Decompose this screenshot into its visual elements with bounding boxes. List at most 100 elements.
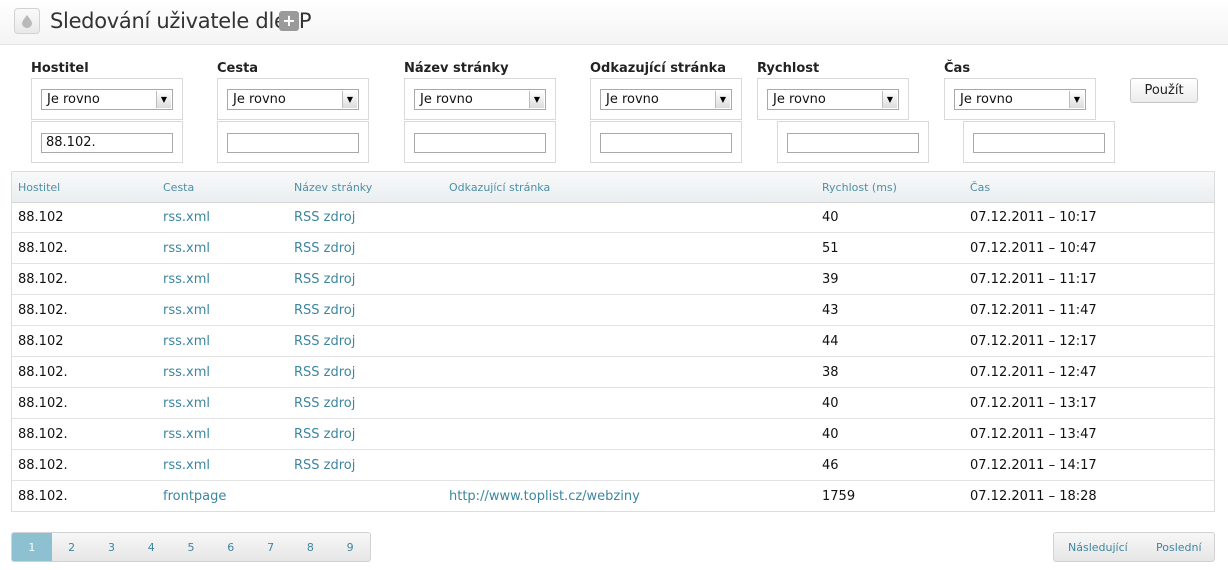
cell-time: 07.12.2011 – 18:28 bbox=[970, 489, 1097, 504]
apply-button[interactable]: Použít bbox=[1130, 78, 1198, 103]
cell-speed: 43 bbox=[822, 303, 839, 318]
cell-path[interactable]: rss.xml bbox=[163, 458, 210, 473]
table-row: 88.102. rss.xml RSS zdroj 46 07.12.2011 – 14… bbox=[12, 450, 1214, 481]
filter-cas-operator[interactable]: Je rovno ▼ bbox=[954, 89, 1086, 110]
filter-label-odkazujici: Odkazující stránka bbox=[590, 61, 727, 76]
cell-path[interactable]: rss.xml bbox=[163, 272, 210, 287]
page-link[interactable]: 6 bbox=[211, 533, 251, 561]
table-row: 88.102. rss.xml RSS zdroj 40 07.12.2011 – 13… bbox=[12, 419, 1214, 450]
filter-label-hostitel: Hostitel bbox=[31, 61, 89, 76]
cell-path[interactable]: rss.xml bbox=[163, 396, 210, 411]
chevron-down-icon: ▼ bbox=[156, 91, 171, 108]
filter-rychlost-input[interactable] bbox=[787, 133, 919, 153]
cell-host: 88.102. bbox=[18, 396, 68, 411]
filter-nazev-operator-box: Je rovno ▼ bbox=[404, 78, 556, 120]
pagination: 123456789 bbox=[11, 532, 371, 562]
filter-rychlost-value-box bbox=[777, 121, 929, 163]
cell-host: 88.102. bbox=[18, 241, 68, 256]
cell-time: 07.12.2011 – 12:17 bbox=[970, 334, 1097, 349]
cell-time: 07.12.2011 – 11:47 bbox=[970, 303, 1097, 318]
page-link[interactable]: 1 bbox=[12, 533, 52, 561]
filter-odkazujici-input[interactable] bbox=[600, 133, 732, 153]
filter-hostitel-operator[interactable]: Je rovno ▼ bbox=[41, 89, 173, 110]
cell-speed: 38 bbox=[822, 365, 839, 380]
column-header-hostitel[interactable]: Hostitel bbox=[18, 181, 60, 194]
cell-name[interactable]: RSS zdroj bbox=[294, 458, 355, 473]
filter-label-cas: Čas bbox=[944, 61, 971, 76]
cell-host: 88.102. bbox=[18, 458, 68, 473]
chevron-down-icon: ▼ bbox=[342, 91, 357, 108]
filter-nazev-operator[interactable]: Je rovno ▼ bbox=[414, 89, 546, 110]
next-page-link[interactable]: Následující bbox=[1068, 541, 1128, 554]
page-link[interactable]: 3 bbox=[92, 533, 132, 561]
column-header-cesta[interactable]: Cesta bbox=[163, 181, 194, 194]
filter-nazev-input[interactable] bbox=[414, 133, 546, 153]
add-button[interactable]: + bbox=[279, 11, 299, 31]
cell-name[interactable]: RSS zdroj bbox=[294, 427, 355, 442]
select-value: Je rovno bbox=[606, 92, 659, 107]
filter-cesta-input[interactable] bbox=[227, 133, 359, 153]
page-link[interactable]: 4 bbox=[131, 533, 171, 561]
filter-odkazujici-operator-box: Je rovno ▼ bbox=[590, 78, 742, 120]
table-row: 88.102. rss.xml RSS zdroj 51 07.12.2011 – 10… bbox=[12, 233, 1214, 264]
page-link[interactable]: 5 bbox=[171, 533, 211, 561]
column-header-nazev[interactable]: Název stránky bbox=[294, 181, 372, 194]
cell-name[interactable]: RSS zdroj bbox=[294, 210, 355, 225]
cell-path[interactable]: rss.xml bbox=[163, 210, 210, 225]
cell-host: 88.102 bbox=[18, 334, 64, 349]
table-row: 88.102. rss.xml RSS zdroj 43 07.12.2011 – 11… bbox=[12, 295, 1214, 326]
page-link[interactable]: 8 bbox=[290, 533, 330, 561]
cell-path[interactable]: rss.xml bbox=[163, 427, 210, 442]
cell-name[interactable]: RSS zdroj bbox=[294, 334, 355, 349]
cell-path[interactable]: rss.xml bbox=[163, 365, 210, 380]
cell-host: 88.102. bbox=[18, 303, 68, 318]
cell-path[interactable]: rss.xml bbox=[163, 334, 210, 349]
cell-speed: 46 bbox=[822, 458, 839, 473]
filter-rychlost-operator[interactable]: Je rovno ▼ bbox=[767, 89, 899, 110]
page-link[interactable]: 9 bbox=[330, 533, 370, 561]
cell-speed: 51 bbox=[822, 241, 839, 256]
chevron-down-icon: ▼ bbox=[882, 91, 897, 108]
cell-path[interactable]: rss.xml bbox=[163, 241, 210, 256]
cell-name[interactable]: RSS zdroj bbox=[294, 396, 355, 411]
column-header-rychlost[interactable]: Rychlost (ms) bbox=[822, 181, 897, 194]
filter-cas-value-box bbox=[963, 121, 1115, 163]
filter-cas-input[interactable] bbox=[973, 133, 1105, 153]
chevron-down-icon: ▼ bbox=[715, 91, 730, 108]
filter-cesta-operator[interactable]: Je rovno ▼ bbox=[227, 89, 359, 110]
cell-speed: 39 bbox=[822, 272, 839, 287]
cell-host: 88.102. bbox=[18, 489, 68, 504]
cell-speed: 40 bbox=[822, 427, 839, 442]
cell-speed: 1759 bbox=[822, 489, 856, 504]
filter-cesta-operator-box: Je rovno ▼ bbox=[217, 78, 369, 120]
cell-host: 88.102 bbox=[18, 210, 64, 225]
filter-odkazujici-operator[interactable]: Je rovno ▼ bbox=[600, 89, 732, 110]
cell-path[interactable]: rss.xml bbox=[163, 303, 210, 318]
filter-nazev-value-box bbox=[404, 121, 556, 163]
table-row: 88.102. frontpage http://www.toplist.cz/we… bbox=[12, 481, 1214, 512]
cell-time: 07.12.2011 – 13:47 bbox=[970, 427, 1097, 442]
cell-time: 07.12.2011 – 11:17 bbox=[970, 272, 1097, 287]
select-value: Je rovno bbox=[960, 92, 1013, 107]
filter-cesta-value-box bbox=[217, 121, 369, 163]
cell-name[interactable]: RSS zdroj bbox=[294, 241, 355, 256]
select-value: Je rovno bbox=[233, 92, 286, 107]
page-link[interactable]: 2 bbox=[52, 533, 92, 561]
select-value: Je rovno bbox=[47, 92, 100, 107]
drop-icon[interactable] bbox=[14, 8, 40, 34]
last-page-link[interactable]: Poslední bbox=[1156, 541, 1202, 554]
page-link[interactable]: 7 bbox=[251, 533, 291, 561]
cell-referrer[interactable]: http://www.toplist.cz/webziny bbox=[449, 489, 640, 504]
column-header-odkazujici[interactable]: Odkazující stránka bbox=[449, 181, 550, 194]
page-title: Sledování uživatele dle IP bbox=[50, 9, 312, 33]
cell-name[interactable]: RSS zdroj bbox=[294, 365, 355, 380]
cell-name[interactable]: RSS zdroj bbox=[294, 303, 355, 318]
column-header-cas[interactable]: Čas bbox=[970, 181, 990, 194]
filter-cas-operator-box: Je rovno ▼ bbox=[944, 78, 1096, 120]
cell-time: 07.12.2011 – 12:47 bbox=[970, 365, 1097, 380]
cell-path[interactable]: frontpage bbox=[163, 489, 226, 504]
filter-hostitel-input[interactable]: 88.102. bbox=[41, 133, 173, 153]
table-row: 88.102. rss.xml RSS zdroj 38 07.12.2011 – 12… bbox=[12, 357, 1214, 388]
cell-name[interactable]: RSS zdroj bbox=[294, 272, 355, 287]
select-value: Je rovno bbox=[420, 92, 473, 107]
